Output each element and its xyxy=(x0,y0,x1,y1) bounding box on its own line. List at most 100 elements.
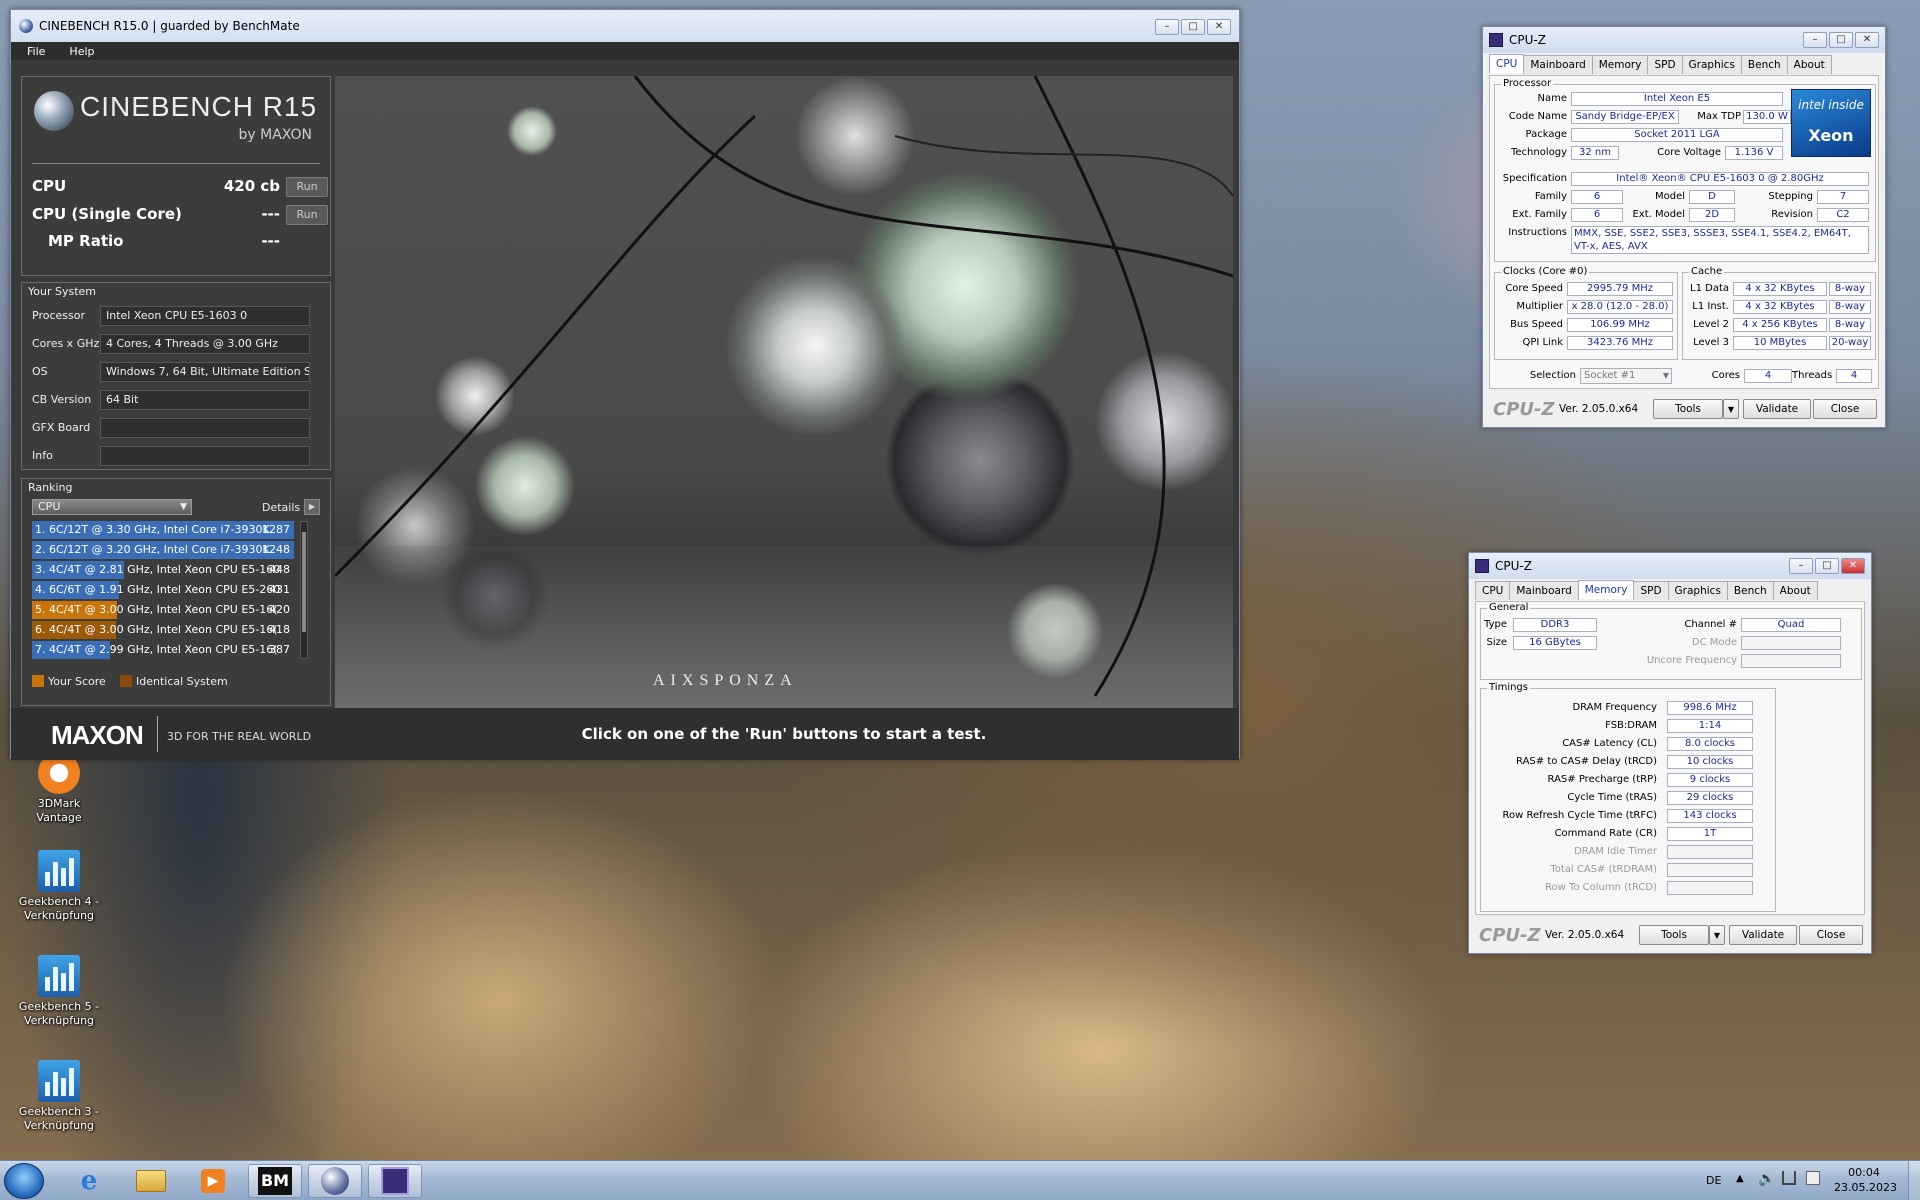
menu-help[interactable]: Help xyxy=(69,45,94,58)
ranking-row[interactable]: 7. 4C/4T @ 2.99 GHz, Intel Xeon CPU E5-1… xyxy=(32,641,294,659)
tools-dropdown-button[interactable]: ▼ xyxy=(1723,399,1739,419)
minimize-button[interactable]: – xyxy=(1789,558,1813,574)
geekbench-icon xyxy=(38,850,80,892)
close-button[interactable]: ✕ xyxy=(1841,558,1865,574)
extfamily-value: 6 xyxy=(1571,208,1623,222)
cpuz-tabs: CPU Mainboard Memory SPD Graphics Bench … xyxy=(1489,54,1832,74)
desktop-icon-geekbench3[interactable]: Geekbench 3 - Verknüpfung xyxy=(14,1060,104,1133)
tab-spd[interactable]: SPD xyxy=(1633,581,1669,600)
desktop-icon-3dmark[interactable]: 3DMark Vantage xyxy=(14,752,104,825)
close-button[interactable]: ✕ xyxy=(1855,32,1879,48)
ranking-row[interactable]: 2. 6C/12T @ 3.20 GHz, Intel Core i7-3930… xyxy=(32,541,294,559)
taskbar-benchmate[interactable]: BM xyxy=(248,1164,302,1198)
menu-file[interactable]: File xyxy=(27,45,45,58)
group-label: Processor xyxy=(1501,78,1554,89)
l2-way-value: 8-way xyxy=(1829,318,1871,332)
close-app-button[interactable]: Close xyxy=(1813,399,1877,419)
your-system-heading: Your System xyxy=(28,285,96,298)
tab-about[interactable]: About xyxy=(1772,581,1818,600)
tab-bench[interactable]: Bench xyxy=(1726,581,1774,600)
minimize-button[interactable]: – xyxy=(1155,19,1179,35)
close-app-button[interactable]: Close xyxy=(1799,925,1863,945)
tab-cpu[interactable]: CPU xyxy=(1489,54,1525,73)
tab-mainboard[interactable]: Mainboard xyxy=(1523,55,1593,74)
validate-button[interactable]: Validate xyxy=(1729,925,1797,945)
cpu-run-button[interactable]: Run xyxy=(286,177,328,197)
maximize-button[interactable]: □ xyxy=(1181,19,1205,35)
action-center-icon[interactable] xyxy=(1806,1171,1820,1185)
tab-graphics[interactable]: Graphics xyxy=(1681,55,1742,74)
tab-cpu[interactable]: CPU xyxy=(1475,581,1511,600)
tab-spd[interactable]: SPD xyxy=(1647,55,1683,74)
system-cbversion-value: 64 Bit xyxy=(100,390,310,410)
chevron-down-icon: ▼ xyxy=(1713,931,1721,940)
ranking-row-identical[interactable]: 6. 4C/4T @ 3.00 GHz, Intel Xeon CPU E5-1… xyxy=(32,621,294,639)
maximize-button[interactable]: □ xyxy=(1829,32,1853,48)
voltage-value: 1.136 V xyxy=(1725,146,1783,160)
version-text: Ver. 2.05.0.x64 xyxy=(1545,929,1625,941)
minimize-button[interactable]: – xyxy=(1803,32,1827,48)
cinebench-titlebar[interactable]: CINEBENCH R15.0 | guarded by BenchMate xyxy=(11,10,1239,42)
field-label: Selection xyxy=(1529,370,1576,381)
show-desktop-button[interactable] xyxy=(1908,1161,1920,1200)
ranking-row[interactable]: 1. 6C/12T @ 3.30 GHz, Intel Core i7-3930… xyxy=(32,521,294,539)
cpuz-app-icon xyxy=(1489,33,1503,47)
field-label: Technology xyxy=(1510,147,1567,158)
tools-button[interactable]: Tools xyxy=(1639,925,1709,945)
tab-bench[interactable]: Bench xyxy=(1740,55,1788,74)
desktop-icon-geekbench5[interactable]: Geekbench 5 - Verknüpfung xyxy=(14,955,104,1028)
stepping-value: 7 xyxy=(1817,190,1869,204)
network-icon[interactable] xyxy=(1782,1171,1796,1185)
ranking-row-your-score[interactable]: 5. 4C/4T @ 3.00 GHz, Intel Xeon CPU E5-1… xyxy=(32,601,294,619)
selection-dropdown[interactable]: Socket #1 ▼ xyxy=(1580,368,1672,384)
taskbar-media-player[interactable]: ▶ xyxy=(186,1164,240,1198)
ranking-select[interactable]: CPU ▼ xyxy=(32,499,192,515)
taskbar-explorer[interactable] xyxy=(124,1164,178,1198)
desktop-icon-geekbench4[interactable]: Geekbench 4 - Verknüpfung xyxy=(14,850,104,923)
field-label: Uncore Frequency xyxy=(1646,655,1737,666)
close-button[interactable]: ✕ xyxy=(1207,19,1231,35)
timing-value: 29 clocks xyxy=(1667,791,1753,805)
maxon-logo: MAXON xyxy=(51,720,144,750)
timing-label: DRAM Frequency xyxy=(1572,702,1657,713)
show-hidden-icons[interactable]: ▲ xyxy=(1736,1173,1744,1184)
cpuz-memory-body: General Type DDR3 Size 16 GBytes Channel… xyxy=(1475,601,1865,915)
tools-button[interactable]: Tools xyxy=(1653,399,1723,419)
tools-dropdown-button[interactable]: ▼ xyxy=(1709,925,1725,945)
tab-memory[interactable]: Memory xyxy=(1577,580,1635,599)
cpu-single-score: --- xyxy=(261,205,280,223)
system-label: Processor xyxy=(32,309,85,322)
tab-about[interactable]: About xyxy=(1786,55,1832,74)
folder-icon xyxy=(136,1170,166,1192)
taskbar-cpuz[interactable] xyxy=(368,1164,422,1198)
clock[interactable]: 00:04 23.05.2023 xyxy=(1834,1165,1897,1195)
cache-group: Cache L1 Data 4 x 32 KBytes 8-way L1 Ins… xyxy=(1682,266,1876,360)
ranking-row[interactable]: 4. 6C/6T @ 1.91 GHz, Intel Xeon CPU E5-2… xyxy=(32,581,294,599)
version-text: Ver. 2.05.0.x64 xyxy=(1559,403,1639,415)
mp-ratio-label: MP Ratio xyxy=(48,232,124,250)
validate-button[interactable]: Validate xyxy=(1743,399,1811,419)
cpu-single-run-button[interactable]: Run xyxy=(286,205,328,225)
details-button[interactable]: ▶ xyxy=(304,499,320,515)
ranking-scrollbar[interactable] xyxy=(300,521,308,659)
l1data-way-value: 8-way xyxy=(1829,282,1871,296)
tab-mainboard[interactable]: Mainboard xyxy=(1509,581,1579,600)
chevron-down-icon: ▼ xyxy=(180,502,187,512)
system-info-value[interactable] xyxy=(100,446,310,466)
tab-graphics[interactable]: Graphics xyxy=(1667,581,1728,600)
taskbar-ie[interactable]: e xyxy=(62,1164,116,1198)
tab-memory[interactable]: Memory xyxy=(1591,55,1649,74)
maximize-button[interactable]: □ xyxy=(1815,558,1839,574)
timing-value xyxy=(1667,845,1753,859)
field-label: Ext. Family xyxy=(1512,209,1567,220)
field-label: Ext. Model xyxy=(1632,209,1685,220)
ranking-row[interactable]: 3. 4C/4T @ 2.81 GHz, Intel Xeon CPU E5-1… xyxy=(32,561,294,579)
volume-icon[interactable]: 🔊 xyxy=(1758,1171,1775,1187)
language-indicator[interactable]: DE xyxy=(1706,1174,1721,1187)
timing-value: 143 clocks xyxy=(1667,809,1753,823)
taskbar-cinebench[interactable] xyxy=(308,1164,362,1198)
timing-value xyxy=(1667,881,1753,895)
ranking-heading: Ranking xyxy=(28,481,73,494)
field-label: Name xyxy=(1537,93,1567,104)
start-button[interactable] xyxy=(4,1163,44,1199)
